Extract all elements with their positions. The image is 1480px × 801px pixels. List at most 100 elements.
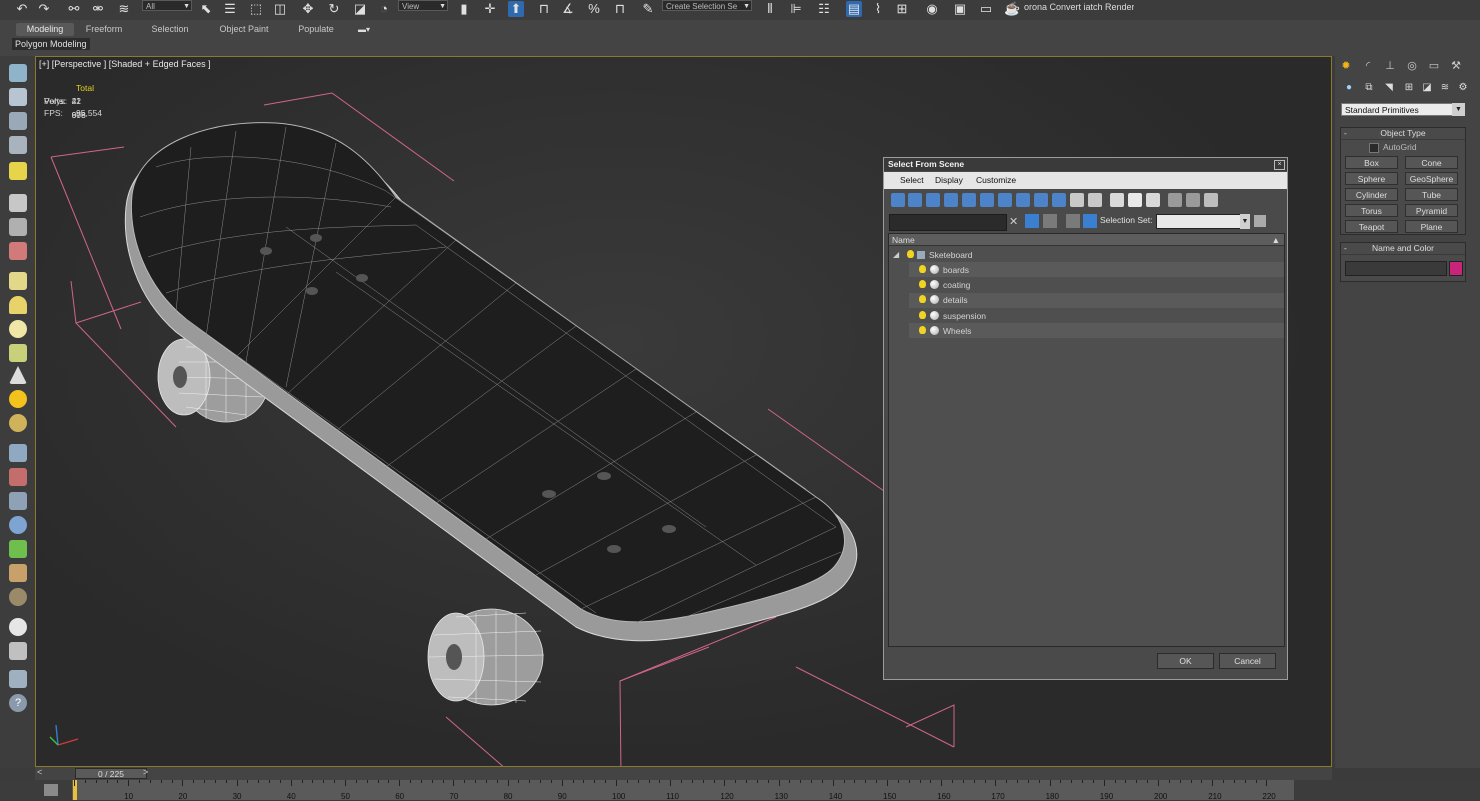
place-icon[interactable]: ◔ [376, 1, 392, 17]
display-frozen-icon[interactable] [1070, 193, 1084, 207]
ribbon-minimize-toggle[interactable]: ▬▾ [358, 25, 378, 35]
display-none-icon[interactable] [1128, 193, 1142, 207]
plant-icon[interactable] [9, 540, 27, 558]
snap-toggle-icon[interactable]: ⊓ [536, 1, 552, 17]
display-all-icon[interactable] [1110, 193, 1124, 207]
window-crossing-icon[interactable]: ◫ [272, 1, 288, 17]
pyramid-button[interactable]: Pyramid [1405, 204, 1458, 217]
cone-button[interactable]: Cone [1405, 156, 1458, 169]
schematic-view-icon[interactable]: ⊞ [894, 1, 910, 17]
cone-icon[interactable] [9, 366, 27, 384]
dome-icon[interactable] [9, 296, 27, 314]
name-color-header[interactable]: - Name and Color [1341, 243, 1465, 255]
tree-row-root[interactable]: ◢ Sketeboard [893, 248, 1273, 262]
sphere-icon[interactable] [9, 320, 27, 338]
box-object-icon[interactable] [9, 272, 27, 290]
render-teapot-icon[interactable]: ☕ [1004, 1, 1020, 17]
geosphere-button[interactable]: GeoSphere [1405, 172, 1458, 185]
tab-object-paint[interactable]: Object Paint [210, 23, 278, 36]
spacewarps-category-icon[interactable]: ≋ [1437, 81, 1453, 95]
particles-icon[interactable] [9, 444, 27, 462]
curve-editor-mini-icon[interactable] [44, 784, 58, 796]
percent-snap-icon[interactable]: % [586, 1, 602, 17]
camera-icon[interactable] [9, 194, 27, 212]
hair-fur-icon[interactable] [9, 564, 27, 582]
visibility-bulb-icon[interactable] [919, 280, 926, 288]
track-ruler[interactable]: 10 20 30 40 50 60 70 80 90 100 110 120 130 140 150 160 1… [72, 780, 1294, 801]
tab-selection[interactable]: Selection [142, 23, 198, 36]
motion-tab-icon[interactable]: ◎ [1403, 58, 1421, 74]
render-setup-icon[interactable]: ▣ [952, 1, 968, 17]
hierarchy-icon[interactable] [1186, 193, 1200, 207]
menu-select[interactable]: Select [900, 175, 924, 185]
undo-icon[interactable]: ↶ [14, 1, 30, 17]
spinner-snap-icon[interactable]: ⊓ [612, 1, 628, 17]
helpers-category-icon[interactable]: ◪ [1419, 81, 1435, 95]
script-icon[interactable] [9, 670, 27, 688]
display-helpers-icon[interactable] [962, 193, 976, 207]
prev-frame-button[interactable]: < [37, 767, 42, 777]
next-frame-button[interactable]: > [143, 767, 148, 777]
object-type-header[interactable]: - Object Type [1341, 128, 1465, 140]
tree-icon[interactable] [9, 492, 27, 510]
named-selection-dropdown[interactable]: Create Selection Se [662, 0, 752, 12]
list-icon[interactable] [9, 112, 27, 130]
rendered-frame-icon[interactable]: ▭ [978, 1, 994, 17]
help-icon[interactable]: ? [9, 694, 27, 712]
close-icon[interactable]: × [1274, 160, 1285, 170]
display-lights-icon[interactable] [926, 193, 940, 207]
sun-icon[interactable] [9, 390, 27, 408]
lights-category-icon[interactable]: ◥ [1381, 81, 1397, 95]
utilities-tab-icon[interactable]: ⚒ [1447, 58, 1465, 74]
plane-button[interactable]: Plane [1405, 220, 1458, 233]
material-editor-icon[interactable]: ◉ [924, 1, 940, 17]
select-manipulate-icon[interactable]: ✛ [482, 1, 498, 17]
visibility-bulb-icon[interactable] [919, 295, 926, 303]
rotate-icon[interactable]: ↻ [326, 1, 342, 17]
display-spacewarps-icon[interactable] [980, 193, 994, 207]
ok-button[interactable]: OK [1157, 653, 1214, 669]
link-icon[interactable]: ⚯ [66, 1, 82, 17]
globe-icon[interactable] [9, 516, 27, 534]
columns-icon[interactable] [1204, 193, 1218, 207]
helper-icon[interactable] [9, 218, 27, 236]
polygon-modeling-panel[interactable]: Polygon Modeling [12, 38, 90, 50]
tube-button[interactable]: Tube [1405, 188, 1458, 201]
display-hidden-icon[interactable] [1088, 193, 1102, 207]
layers-icon[interactable] [1066, 214, 1080, 228]
film-icon[interactable] [9, 242, 27, 260]
hierarchy-mode-icon[interactable] [1083, 214, 1097, 228]
curve-editor-icon[interactable]: ⌇ [870, 1, 886, 17]
clear-search-icon[interactable]: ✕ [1009, 215, 1018, 228]
reference-coord-dropdown[interactable]: View [398, 0, 448, 12]
table-icon[interactable] [9, 136, 27, 154]
tab-populate[interactable]: Populate [288, 23, 344, 36]
scene-states-icon[interactable] [9, 88, 27, 106]
menu-display[interactable]: Display [935, 175, 963, 185]
systems-category-icon[interactable]: ⚙ [1455, 81, 1471, 95]
tab-modeling[interactable]: Modeling [16, 23, 74, 36]
chevron-down-icon[interactable]: ▼ [1240, 214, 1250, 229]
cameras-category-icon[interactable]: ⊞ [1401, 81, 1417, 95]
object-color-swatch[interactable] [1449, 261, 1463, 276]
viewport-layout-icon[interactable] [9, 64, 27, 82]
display-bones-icon[interactable] [1034, 193, 1048, 207]
tree-row-suspension[interactable]: suspension [917, 309, 1277, 323]
selection-filter-dropdown[interactable]: All [142, 0, 192, 12]
display-shapes-icon[interactable] [908, 193, 922, 207]
shapes-category-icon[interactable]: ⧉ [1361, 81, 1377, 95]
sphere-gold-icon[interactable] [9, 414, 27, 432]
display-tab-icon[interactable]: ▭ [1425, 58, 1443, 74]
expand-toggle-icon[interactable]: ◢ [893, 248, 899, 262]
scale-icon[interactable]: ◪ [352, 1, 368, 17]
light-icon[interactable] [9, 162, 27, 180]
teapot-button[interactable]: Teapot [1345, 220, 1398, 233]
display-geometry-icon[interactable] [891, 193, 905, 207]
selection-set-dropdown[interactable] [1156, 214, 1250, 229]
select-by-name-icon[interactable]: ☰ [222, 1, 238, 17]
material-grid-icon[interactable] [9, 642, 27, 660]
tree-row-boards[interactable]: boards [917, 263, 1277, 277]
hierarchy-tab-icon[interactable]: ⊥ [1381, 58, 1399, 74]
chevron-down-icon[interactable]: ▼ [1452, 103, 1465, 116]
display-xrefs-icon[interactable] [1016, 193, 1030, 207]
